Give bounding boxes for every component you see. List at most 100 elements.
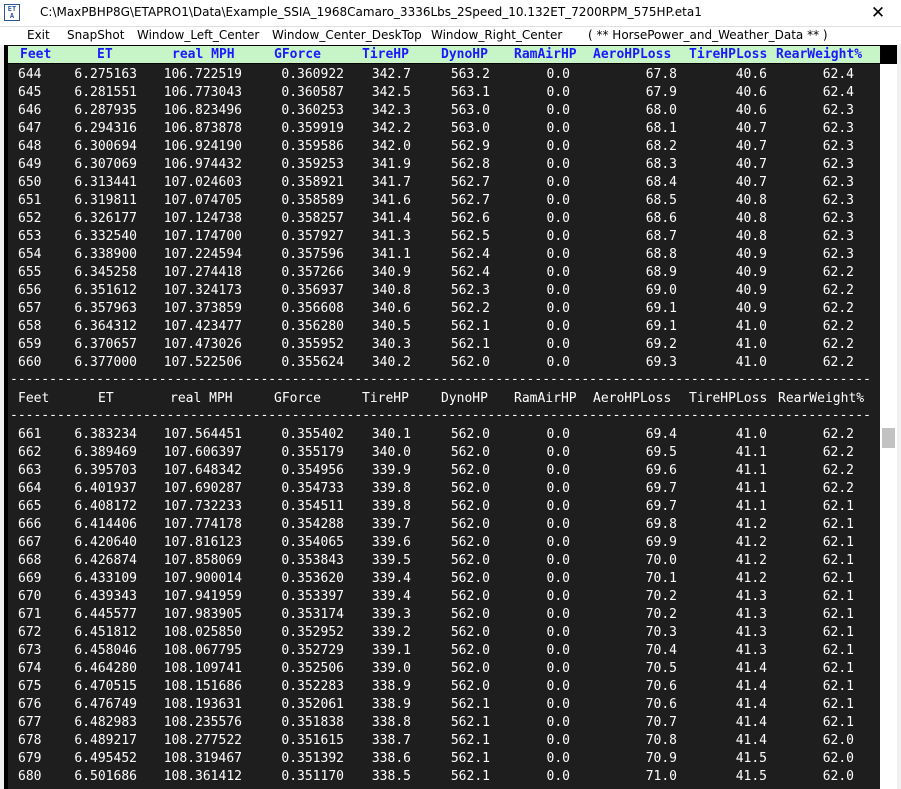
table-cell: 664 bbox=[18, 481, 42, 496]
table-cell: 0.0 bbox=[546, 661, 570, 676]
table-cell: 0.0 bbox=[546, 121, 570, 136]
table-cell: 672 bbox=[18, 625, 42, 640]
table-cell: 68.6 bbox=[645, 211, 677, 226]
table-cell: 0.0 bbox=[546, 607, 570, 622]
repeated-header-cell: TireHP bbox=[362, 391, 409, 406]
table-cell: 107.564451 bbox=[163, 427, 242, 442]
table-cell: 562.4 bbox=[450, 247, 490, 262]
table-cell: 62.4 bbox=[822, 67, 854, 82]
table-cell: 41.1 bbox=[735, 481, 767, 496]
table-cell: 671 bbox=[18, 607, 42, 622]
table-row: 653 6.332540 107.174700 0.357927 341.3 562.5 0… bbox=[8, 228, 880, 246]
vertical-scrollbar[interactable] bbox=[880, 64, 897, 789]
table-cell: 339.4 bbox=[371, 571, 411, 586]
table-cell: 62.1 bbox=[822, 589, 854, 604]
table-cell: 6.426874 bbox=[74, 553, 137, 568]
table-cell: 69.8 bbox=[645, 517, 677, 532]
table-cell: 70.0 bbox=[645, 553, 677, 568]
table-cell: 41.0 bbox=[735, 355, 767, 370]
table-row: 659 6.370657 107.473026 0.355952 340.3 562.1 0… bbox=[8, 336, 880, 354]
table-cell: 0.0 bbox=[546, 481, 570, 496]
table-cell: 62.3 bbox=[822, 193, 854, 208]
app-icon[interactable]: ET A bbox=[4, 4, 20, 21]
menu-exit[interactable]: Exit bbox=[27, 28, 50, 42]
table-row: 670 6.439343 107.941959 0.353397 339.4 562.0 0… bbox=[8, 588, 880, 606]
table-cell: 562.2 bbox=[450, 301, 490, 316]
table-cell: 0.0 bbox=[546, 751, 570, 766]
table-cell: 6.281551 bbox=[74, 85, 137, 100]
table-cell: 0.353620 bbox=[281, 571, 344, 586]
table-cell: 338.6 bbox=[371, 751, 411, 766]
table-cell: 0.0 bbox=[546, 769, 570, 784]
table-cell: 339.0 bbox=[371, 661, 411, 676]
table-cell: 6.501686 bbox=[74, 769, 137, 784]
table-cell: 652 bbox=[18, 211, 42, 226]
table-cell: 41.1 bbox=[735, 445, 767, 460]
table-cell: 107.274418 bbox=[163, 265, 242, 280]
table-row: 661 6.383234 107.564451 0.355402 340.1 562.0 0… bbox=[8, 426, 880, 444]
table-cell: 0.358921 bbox=[281, 175, 344, 190]
table-cell: 68.4 bbox=[645, 175, 677, 190]
table-cell: 40.8 bbox=[735, 229, 767, 244]
table-cell: 0.360922 bbox=[281, 67, 344, 82]
table-cell: 0.356608 bbox=[281, 301, 344, 316]
table-cell: 62.3 bbox=[822, 247, 854, 262]
table-cell: 0.0 bbox=[546, 697, 570, 712]
menu-window-center-desktop[interactable]: Window_Center_DeskTop bbox=[272, 28, 422, 42]
table-cell: 41.3 bbox=[735, 589, 767, 604]
table-cell: 62.3 bbox=[822, 175, 854, 190]
table-cell: 62.0 bbox=[822, 769, 854, 784]
table-cell: 562.7 bbox=[450, 175, 490, 190]
table-cell: 62.3 bbox=[822, 121, 854, 136]
data-table-area[interactable]: 644 6.275163 106.722519 0.360922 342.7 563.2 0… bbox=[8, 64, 880, 789]
table-cell: 562.0 bbox=[450, 427, 490, 442]
table-cell: 0.0 bbox=[546, 265, 570, 280]
table-cell: 663 bbox=[18, 463, 42, 478]
menu-horsepower-weather-data[interactable]: ( ** HorsePower_and_Weather_Data ** ) bbox=[588, 28, 828, 42]
scrollbar-thumb[interactable] bbox=[882, 428, 895, 448]
table-cell: 339.3 bbox=[371, 607, 411, 622]
table-cell: 648 bbox=[18, 139, 42, 154]
repeated-header-cell: ET bbox=[98, 391, 114, 406]
table-row: 651 6.319811 107.074705 0.358589 341.6 562.7 0… bbox=[8, 192, 880, 210]
table-cell: 0.0 bbox=[546, 193, 570, 208]
close-button[interactable]: ✕ bbox=[855, 0, 901, 26]
table-cell: 0.354956 bbox=[281, 463, 344, 478]
table-cell: 562.1 bbox=[450, 769, 490, 784]
table-cell: 62.1 bbox=[822, 607, 854, 622]
table-cell: 41.3 bbox=[735, 607, 767, 622]
table-cell: 339.9 bbox=[371, 463, 411, 478]
menu-window-right-center[interactable]: Window_Right_Center bbox=[431, 28, 562, 42]
menu-window-left-center[interactable]: Window_Left_Center bbox=[137, 28, 259, 42]
table-cell: 107.900014 bbox=[163, 571, 242, 586]
table-row: 644 6.275163 106.722519 0.360922 342.7 563.2 0… bbox=[8, 66, 880, 84]
table-cell: 107.732233 bbox=[163, 499, 242, 514]
table-cell: 655 bbox=[18, 265, 42, 280]
table-row: 662 6.389469 107.606397 0.355179 340.0 562.0 0… bbox=[8, 444, 880, 462]
table-cell: 62.2 bbox=[822, 355, 854, 370]
table-cell: 6.476749 bbox=[74, 697, 137, 712]
repeated-header-cell: Feet bbox=[18, 391, 50, 406]
table-cell: 340.8 bbox=[371, 283, 411, 298]
table-cell: 107.858069 bbox=[163, 553, 242, 568]
table-cell: 40.6 bbox=[735, 67, 767, 82]
column-header-row: Feet ET real MPH GForce TireHP DynoHP Ra… bbox=[8, 46, 880, 63]
repeated-header-cell: DynoHP bbox=[441, 391, 488, 406]
table-cell: 338.7 bbox=[371, 733, 411, 748]
table-row: 654 6.338900 107.224594 0.357596 341.1 562.4 0… bbox=[8, 246, 880, 264]
table-cell: 68.9 bbox=[645, 265, 677, 280]
table-cell: 562.7 bbox=[450, 193, 490, 208]
table-cell: 677 bbox=[18, 715, 42, 730]
table-cell: 338.8 bbox=[371, 715, 411, 730]
table-cell: 0.0 bbox=[546, 355, 570, 370]
table-cell: 670 bbox=[18, 589, 42, 604]
table-row: 679 6.495452 108.319467 0.351392 338.6 562.1 0… bbox=[8, 750, 880, 768]
header-rearweight: RearWeight% bbox=[776, 47, 863, 62]
table-cell: 562.1 bbox=[450, 319, 490, 334]
table-cell: 6.345258 bbox=[74, 265, 137, 280]
table-row: 648 6.300694 106.924190 0.359586 342.0 562.9 0… bbox=[8, 138, 880, 156]
table-cell: 340.1 bbox=[371, 427, 411, 442]
table-cell: 62.3 bbox=[822, 211, 854, 226]
menu-snapshot[interactable]: SnapShot bbox=[67, 28, 124, 42]
table-cell: 6.338900 bbox=[74, 247, 137, 262]
